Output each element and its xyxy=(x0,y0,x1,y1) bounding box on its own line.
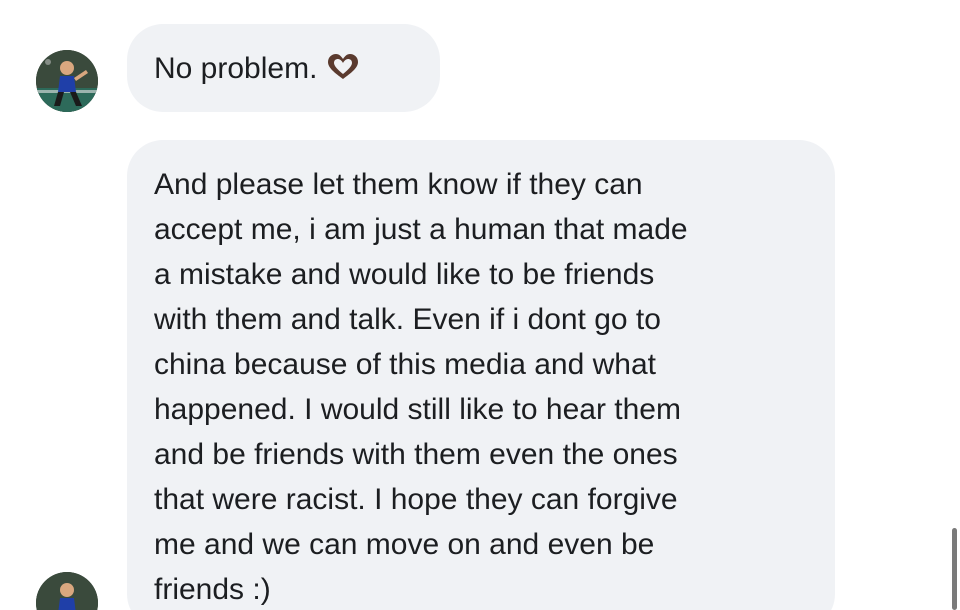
message-text-line: happened. I would still like to hear the… xyxy=(154,393,681,426)
scrollbar-thumb[interactable] xyxy=(952,528,957,610)
message-text: No problem. xyxy=(154,52,318,85)
message-text-line: friends :) xyxy=(154,573,271,606)
avatar[interactable] xyxy=(36,572,98,610)
heart-hands-icon xyxy=(325,49,361,79)
avatar-photo xyxy=(36,572,98,610)
avatar[interactable] xyxy=(36,50,98,112)
message-text-line: a mistake and would like to be friends xyxy=(154,258,655,291)
message-bubble[interactable]: No problem. xyxy=(127,24,440,112)
message-text-line: china because of this media and what xyxy=(154,348,656,381)
message-text-line: with them and talk. Even if i dont go to xyxy=(154,303,661,336)
message-text-line: accept me, i am just a human that made xyxy=(154,213,688,246)
message-text-line: and be friends with them even the ones xyxy=(154,438,678,471)
message-text-line: me and we can move on and even be xyxy=(154,528,655,561)
chat-thread: No problem. And please let them know if … xyxy=(0,0,960,610)
message-text-line: And please let them know if they can xyxy=(154,168,643,201)
message-bubble[interactable]: And please let them know if they can acc… xyxy=(127,140,835,610)
message-text-line: that were racist. I hope they can forgiv… xyxy=(154,483,678,516)
avatar-photo xyxy=(36,50,98,112)
